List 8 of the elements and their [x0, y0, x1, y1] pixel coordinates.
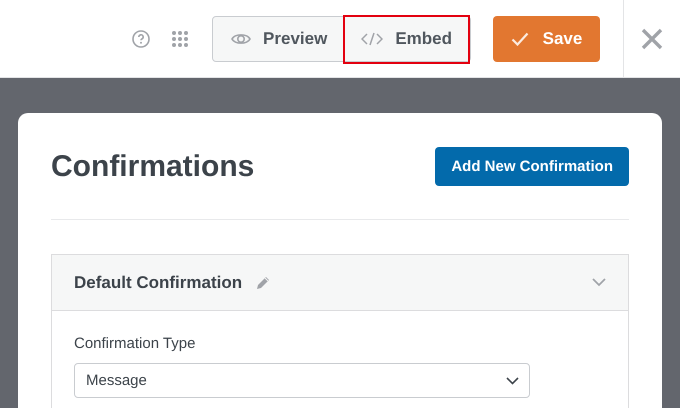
add-confirmation-button[interactable]: Add New Confirmation — [435, 147, 629, 186]
preview-button[interactable]: Preview — [213, 16, 344, 60]
field-label: Confirmation Type — [74, 335, 196, 352]
page-title: Confirmations — [51, 150, 254, 184]
embed-button[interactable]: Embed — [343, 14, 470, 64]
confirmation-type-select[interactable]: Message — [74, 363, 530, 398]
panel-header[interactable]: Default Confirmation — [52, 255, 628, 311]
panel-title: Default Confirmation — [74, 272, 242, 292]
